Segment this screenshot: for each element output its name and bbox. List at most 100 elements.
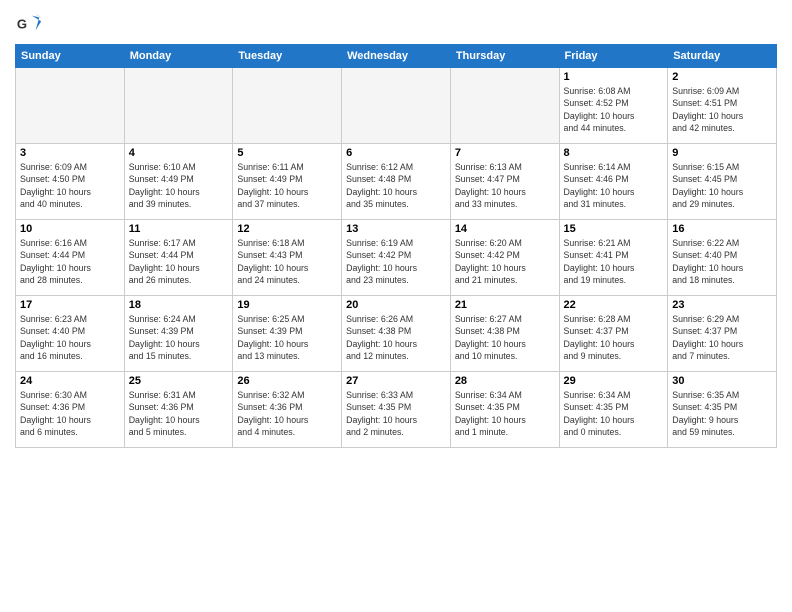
day-cell: 21Sunrise: 6:27 AM Sunset: 4:38 PM Dayli… [450, 296, 559, 372]
day-cell: 19 Sunrise: 6:25 AM Sunset: 4:39 PM Dayli… [233, 296, 342, 372]
day-number: 12 [237, 223, 337, 235]
day-cell: 10 Sunrise: 6:16 AM Sunset: 4:44 PM Dayli… [16, 220, 125, 296]
day-info: Sunrise: 6:11 AM Sunset: 4:49 PM Dayligh… [237, 161, 337, 210]
day-cell: 18 Sunrise: 6:24 AM Sunset: 4:39 PM Dayli… [124, 296, 233, 372]
day-cell [124, 68, 233, 144]
day-number: 19 [237, 299, 337, 311]
calendar: SundayMondayTuesdayWednesdayThursdayFrid… [15, 44, 777, 448]
day-number: 15 [564, 223, 664, 235]
day-info: Sunrise: 6:14 AM Sunset: 4:46 PM Dayligh… [564, 161, 664, 210]
weekday-header-friday: Friday [559, 45, 668, 68]
logo: G [15, 10, 47, 38]
day-cell: 20Sunrise: 6:26 AM Sunset: 4:38 PM Dayli… [342, 296, 451, 372]
day-cell: 14 Sunrise: 6:20 AM Sunset: 4:42 PM Dayli… [450, 220, 559, 296]
day-number: 1 [564, 71, 664, 83]
page: G SundayMondayTuesdayWednesdayThursdayFr… [0, 0, 792, 612]
header: G [15, 10, 777, 38]
day-number: 14 [455, 223, 555, 235]
day-number: 3 [20, 147, 120, 159]
week-row-1: 1 Sunrise: 6:08 AM Sunset: 4:52 PM Daylig… [16, 68, 777, 144]
day-info: Sunrise: 6:21 AM Sunset: 4:41 PM Dayligh… [564, 237, 664, 286]
day-info: Sunrise: 6:25 AM Sunset: 4:39 PM Dayligh… [237, 313, 337, 362]
weekday-header-saturday: Saturday [668, 45, 777, 68]
week-row-5: 24 Sunrise: 6:30 AM Sunset: 4:36 PM Dayli… [16, 372, 777, 448]
day-info: Sunrise: 6:08 AM Sunset: 4:52 PM Dayligh… [564, 85, 664, 134]
day-info: Sunrise: 6:34 AM Sunset: 4:35 PM Dayligh… [564, 389, 664, 438]
day-number: 6 [346, 147, 446, 159]
day-info: Sunrise: 6:09 AM Sunset: 4:50 PM Dayligh… [20, 161, 120, 210]
week-row-2: 3 Sunrise: 6:09 AM Sunset: 4:50 PM Daylig… [16, 144, 777, 220]
day-cell: 17Sunrise: 6:23 AM Sunset: 4:40 PM Dayli… [16, 296, 125, 372]
day-cell: 6 Sunrise: 6:12 AM Sunset: 4:48 PM Daylig… [342, 144, 451, 220]
day-info: Sunrise: 6:10 AM Sunset: 4:49 PM Dayligh… [129, 161, 229, 210]
day-cell: 27Sunrise: 6:33 AM Sunset: 4:35 PM Dayli… [342, 372, 451, 448]
day-cell: 9 Sunrise: 6:15 AM Sunset: 4:45 PM Daylig… [668, 144, 777, 220]
svg-text:G: G [17, 17, 27, 32]
day-info: Sunrise: 6:33 AM Sunset: 4:35 PM Dayligh… [346, 389, 446, 438]
day-number: 2 [672, 71, 772, 83]
day-number: 25 [129, 375, 229, 387]
day-cell: 7Sunrise: 6:13 AM Sunset: 4:47 PM Daylig… [450, 144, 559, 220]
day-cell: 12 Sunrise: 6:18 AM Sunset: 4:43 PM Dayli… [233, 220, 342, 296]
day-info: Sunrise: 6:32 AM Sunset: 4:36 PM Dayligh… [237, 389, 337, 438]
day-info: Sunrise: 6:31 AM Sunset: 4:36 PM Dayligh… [129, 389, 229, 438]
day-cell: 29 Sunrise: 6:34 AM Sunset: 4:35 PM Dayli… [559, 372, 668, 448]
day-info: Sunrise: 6:30 AM Sunset: 4:36 PM Dayligh… [20, 389, 120, 438]
day-cell: 13Sunrise: 6:19 AM Sunset: 4:42 PM Dayli… [342, 220, 451, 296]
weekday-header-thursday: Thursday [450, 45, 559, 68]
day-info: Sunrise: 6:15 AM Sunset: 4:45 PM Dayligh… [672, 161, 772, 210]
day-number: 28 [455, 375, 555, 387]
day-info: Sunrise: 6:16 AM Sunset: 4:44 PM Dayligh… [20, 237, 120, 286]
day-number: 9 [672, 147, 772, 159]
day-number: 18 [129, 299, 229, 311]
day-number: 24 [20, 375, 120, 387]
day-info: Sunrise: 6:20 AM Sunset: 4:42 PM Dayligh… [455, 237, 555, 286]
day-cell: 30 Sunrise: 6:35 AM Sunset: 4:35 PM Dayli… [668, 372, 777, 448]
day-info: Sunrise: 6:34 AM Sunset: 4:35 PM Dayligh… [455, 389, 555, 438]
day-info: Sunrise: 6:23 AM Sunset: 4:40 PM Dayligh… [20, 313, 120, 362]
day-number: 11 [129, 223, 229, 235]
logo-icon: G [15, 10, 43, 38]
day-info: Sunrise: 6:35 AM Sunset: 4:35 PM Dayligh… [672, 389, 772, 438]
weekday-header-wednesday: Wednesday [342, 45, 451, 68]
day-number: 23 [672, 299, 772, 311]
day-info: Sunrise: 6:24 AM Sunset: 4:39 PM Dayligh… [129, 313, 229, 362]
day-cell: 1 Sunrise: 6:08 AM Sunset: 4:52 PM Daylig… [559, 68, 668, 144]
day-number: 30 [672, 375, 772, 387]
day-info: Sunrise: 6:12 AM Sunset: 4:48 PM Dayligh… [346, 161, 446, 210]
day-number: 26 [237, 375, 337, 387]
day-cell: 5Sunrise: 6:11 AM Sunset: 4:49 PM Daylig… [233, 144, 342, 220]
day-info: Sunrise: 6:19 AM Sunset: 4:42 PM Dayligh… [346, 237, 446, 286]
day-cell [16, 68, 125, 144]
day-cell: 2Sunrise: 6:09 AM Sunset: 4:51 PM Daylig… [668, 68, 777, 144]
day-number: 8 [564, 147, 664, 159]
day-number: 16 [672, 223, 772, 235]
day-cell: 24 Sunrise: 6:30 AM Sunset: 4:36 PM Dayli… [16, 372, 125, 448]
day-info: Sunrise: 6:28 AM Sunset: 4:37 PM Dayligh… [564, 313, 664, 362]
day-cell: 22 Sunrise: 6:28 AM Sunset: 4:37 PM Dayli… [559, 296, 668, 372]
day-info: Sunrise: 6:22 AM Sunset: 4:40 PM Dayligh… [672, 237, 772, 286]
day-cell: 4Sunrise: 6:10 AM Sunset: 4:49 PM Daylig… [124, 144, 233, 220]
weekday-header-tuesday: Tuesday [233, 45, 342, 68]
day-cell [233, 68, 342, 144]
day-info: Sunrise: 6:29 AM Sunset: 4:37 PM Dayligh… [672, 313, 772, 362]
day-cell: 11 Sunrise: 6:17 AM Sunset: 4:44 PM Dayli… [124, 220, 233, 296]
day-info: Sunrise: 6:18 AM Sunset: 4:43 PM Dayligh… [237, 237, 337, 286]
weekday-header-row: SundayMondayTuesdayWednesdayThursdayFrid… [16, 45, 777, 68]
day-number: 20 [346, 299, 446, 311]
weekday-header-monday: Monday [124, 45, 233, 68]
day-number: 29 [564, 375, 664, 387]
day-cell: 8 Sunrise: 6:14 AM Sunset: 4:46 PM Daylig… [559, 144, 668, 220]
week-row-3: 10 Sunrise: 6:16 AM Sunset: 4:44 PM Dayli… [16, 220, 777, 296]
day-cell: 28 Sunrise: 6:34 AM Sunset: 4:35 PM Dayli… [450, 372, 559, 448]
day-number: 10 [20, 223, 120, 235]
week-row-4: 17Sunrise: 6:23 AM Sunset: 4:40 PM Dayli… [16, 296, 777, 372]
day-cell: 15 Sunrise: 6:21 AM Sunset: 4:41 PM Dayli… [559, 220, 668, 296]
day-number: 22 [564, 299, 664, 311]
weekday-header-sunday: Sunday [16, 45, 125, 68]
day-cell: 25 Sunrise: 6:31 AM Sunset: 4:36 PM Dayli… [124, 372, 233, 448]
day-info: Sunrise: 6:17 AM Sunset: 4:44 PM Dayligh… [129, 237, 229, 286]
day-cell [342, 68, 451, 144]
day-cell: 3 Sunrise: 6:09 AM Sunset: 4:50 PM Daylig… [16, 144, 125, 220]
day-cell: 16 Sunrise: 6:22 AM Sunset: 4:40 PM Dayli… [668, 220, 777, 296]
